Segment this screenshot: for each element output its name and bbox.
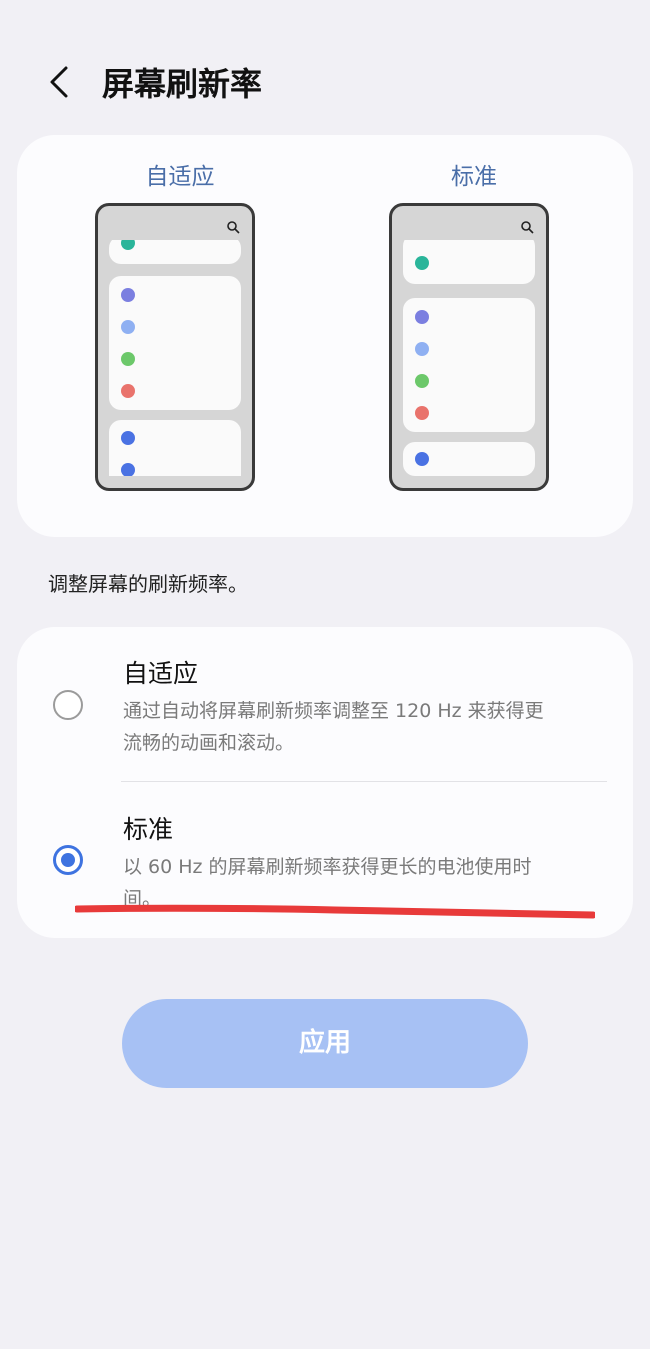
search-icon xyxy=(521,221,534,234)
option-subtitle: 以 60 Hz 的屏幕刷新频率获得更长的电池使用时 xyxy=(123,856,532,878)
option-subtitle: 流畅的动画和滚动。 xyxy=(123,732,295,754)
list-dot xyxy=(121,431,135,445)
search-icon xyxy=(227,221,240,234)
option-adaptive[interactable]: 自适应 通过自动将屏幕刷新频率调整至 120 Hz 来获得更 流畅的动画和滚动。 xyxy=(17,627,633,781)
radio-adaptive[interactable] xyxy=(53,690,83,720)
preview-label-standard: 标准 xyxy=(451,164,497,190)
option-title: 自适应 xyxy=(123,659,199,688)
list-dot xyxy=(415,342,429,356)
list-dot xyxy=(121,384,135,398)
option-subtitle: 通过自动将屏幕刷新频率调整至 120 Hz 来获得更 xyxy=(123,700,544,722)
back-button[interactable] xyxy=(42,60,82,104)
list-dot xyxy=(121,463,135,476)
description-text: 调整屏幕的刷新频率。 xyxy=(48,572,248,596)
list-dot xyxy=(415,256,429,270)
chevron-left-icon xyxy=(50,66,68,98)
page-title: 屏幕刷新率 xyxy=(102,65,263,103)
options-card: 自适应 通过自动将屏幕刷新频率调整至 120 Hz 来获得更 流畅的动画和滚动。… xyxy=(17,627,633,938)
list-dot xyxy=(415,310,429,324)
list-card xyxy=(403,298,535,432)
radio-standard[interactable] xyxy=(53,845,83,875)
list-dot xyxy=(415,374,429,388)
annotation-underline xyxy=(75,904,595,919)
list-dot xyxy=(415,406,429,420)
list-dot xyxy=(415,452,429,466)
option-title: 标准 xyxy=(123,815,174,844)
preview-card: 自适应 标准 xyxy=(17,135,633,537)
list-card xyxy=(109,420,241,476)
list-dot xyxy=(121,288,135,302)
list-card xyxy=(403,240,535,284)
list-card xyxy=(403,442,535,476)
list-dot xyxy=(121,240,135,250)
preview-standard: 标准 xyxy=(369,135,609,537)
list-dot xyxy=(121,352,135,366)
list-dot xyxy=(121,320,135,334)
preview-adaptive: 自适应 xyxy=(75,135,315,537)
phone-illustration-adaptive xyxy=(95,203,255,491)
list-card xyxy=(109,276,241,410)
preview-label-adaptive: 自适应 xyxy=(145,164,215,190)
list-card xyxy=(109,240,241,264)
apply-button[interactable]: 应用 xyxy=(122,999,528,1088)
phone-illustration-standard xyxy=(389,203,549,491)
header: 屏幕刷新率 xyxy=(0,0,650,150)
